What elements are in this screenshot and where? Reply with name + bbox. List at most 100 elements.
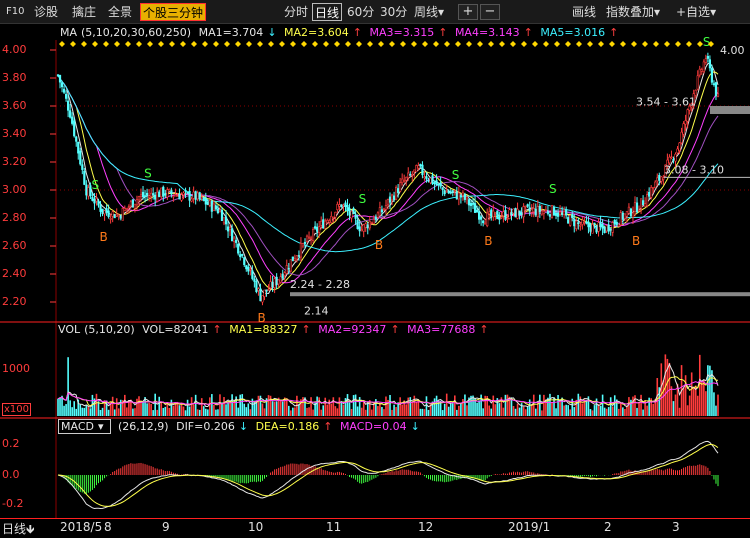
candle-body — [467, 199, 471, 206]
signal-diamond-icon — [499, 41, 505, 47]
volume-bar — [79, 404, 82, 416]
vol-ma3-value: MA3=77688 — [407, 323, 476, 336]
candle-body — [656, 177, 659, 182]
candle-body — [567, 217, 570, 224]
volume-bar — [126, 407, 128, 416]
candle-body — [216, 208, 220, 214]
candle-body — [615, 221, 618, 225]
candle-body — [437, 183, 440, 186]
candle-body — [330, 215, 333, 224]
candle-body — [200, 196, 203, 199]
volume-bar — [186, 399, 189, 416]
candle-body — [182, 192, 185, 196]
volume-bar — [377, 406, 379, 416]
volume-bar — [662, 380, 665, 416]
volume-bar — [336, 408, 339, 416]
volume-bar — [113, 409, 116, 416]
signal-diamond-icon — [444, 41, 450, 47]
candle-body — [370, 222, 373, 224]
macd-label[interactable]: MACD ▾ — [58, 419, 111, 434]
macd-params: (26,12,9) — [118, 420, 169, 433]
dea-line — [57, 444, 719, 507]
volume-bar — [342, 404, 345, 416]
candle-body — [392, 195, 396, 200]
volume-bar — [267, 395, 270, 416]
dif-arrow: ↓ — [238, 420, 249, 433]
signal-diamond-icon — [664, 41, 670, 47]
candle-body — [212, 203, 215, 212]
volume-bar — [225, 404, 227, 416]
signal-diamond-icon — [59, 41, 65, 47]
candle-body — [625, 211, 628, 217]
candle-body — [243, 257, 246, 265]
candle-body — [593, 222, 596, 225]
volume-bar — [138, 396, 140, 416]
candle-body — [382, 208, 386, 211]
signal-diamond-icon — [136, 41, 142, 47]
volume-bar — [200, 398, 203, 416]
volume-bar — [245, 407, 248, 416]
candle-body — [137, 196, 141, 201]
volume-bar — [67, 357, 69, 416]
volume-bar — [198, 409, 201, 416]
candle-body — [208, 200, 211, 206]
volume-bar — [563, 405, 565, 416]
candle-body — [192, 191, 195, 199]
candle-body — [356, 219, 359, 229]
signal-diamond-icon — [103, 41, 109, 47]
volume-bar — [451, 403, 454, 416]
signal-diamond-icon — [510, 41, 516, 47]
volume-bar — [405, 404, 408, 416]
volume-bar — [603, 407, 606, 416]
candle-body — [453, 190, 456, 192]
signal-diamond-icon — [389, 41, 395, 47]
candle-body — [311, 228, 315, 242]
candlestick-chart[interactable]: 2.24 - 2.28 2.14 3.08 - 3.10 3.54 - 3.61 4.0… — [0, 0, 750, 538]
volume-bar — [591, 410, 594, 416]
candle-body — [686, 109, 689, 122]
candle-body — [255, 281, 258, 293]
candle-body — [366, 224, 369, 229]
signal-diamond-icon — [653, 41, 659, 47]
date-label: 9 — [162, 520, 170, 534]
price-tick-label: 3.40 — [2, 127, 27, 140]
candle-body — [117, 214, 120, 218]
volume-bar — [111, 396, 114, 416]
volume-bar — [423, 409, 426, 416]
volume-bar — [462, 399, 464, 416]
dea-arrow: ↑ — [323, 420, 333, 433]
signal-diamond-icon — [180, 41, 186, 47]
volume-bar — [71, 407, 73, 416]
volume-bar — [466, 405, 468, 416]
vol-ma1-arrow: ↑ — [301, 323, 311, 336]
candle-body — [678, 142, 681, 151]
candle-body — [433, 182, 436, 184]
candle-body — [700, 69, 703, 72]
vol-label[interactable]: VOL — [58, 323, 80, 336]
candle-body — [528, 207, 531, 212]
candle-body — [650, 187, 653, 198]
period-select[interactable]: 日线🡻 — [2, 520, 35, 538]
candle-body — [314, 226, 317, 229]
candle-body — [633, 202, 637, 212]
candle-body — [397, 188, 400, 193]
candle-body — [561, 213, 564, 215]
candle-body — [190, 198, 193, 202]
period-label: 日线 — [2, 522, 27, 536]
volume-bar — [211, 394, 213, 416]
candle-body — [445, 190, 448, 193]
candle-body — [206, 201, 209, 205]
volume-bar — [383, 409, 385, 416]
candle-body — [170, 190, 173, 195]
candle-body — [405, 176, 408, 181]
volume-bar — [61, 395, 63, 416]
candle-body — [629, 208, 633, 217]
volume-bar — [271, 401, 274, 416]
price-tick-label: 3.60 — [2, 99, 27, 112]
volume-bar — [692, 388, 695, 416]
signal-diamond-icon — [576, 41, 582, 47]
candle-body — [463, 194, 467, 200]
candle-body — [285, 265, 288, 274]
signal-diamond-icon — [400, 41, 406, 47]
volume-bar — [298, 404, 300, 416]
